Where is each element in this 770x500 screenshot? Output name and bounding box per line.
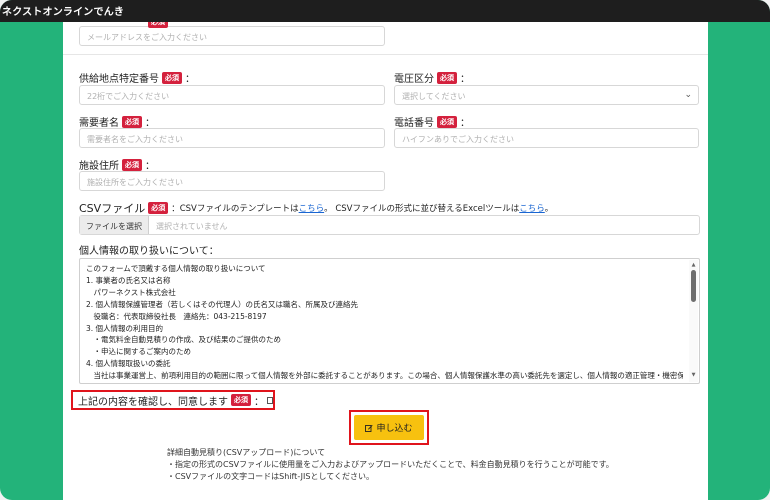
csv-desc-3: 。 [544, 204, 554, 214]
privacy-line: 3. 個人情報の利用目的 [86, 323, 164, 333]
privacy-line: ・電気料金自動見積りの作成、及び結果のご提供のため [86, 335, 281, 345]
phone-label-text: 電話番号 [394, 118, 434, 129]
voltage-label-text: 電圧区分 [394, 74, 434, 85]
csv-file-input[interactable]: ファイルを選択 選択されていません [79, 215, 700, 235]
required-badge: 必須 [148, 22, 168, 28]
required-badge: 必須 [148, 202, 169, 214]
csv-label-text: CSVファイル [79, 202, 146, 215]
label-colon: ： [145, 118, 155, 129]
no-file-text: 選択されていません [156, 222, 228, 231]
privacy-line: パワーネクスト株式会社 [86, 287, 176, 297]
required-badge: 必須 [231, 394, 251, 406]
privacy-line: 役職名：代表取締役社長 連絡先：043-215-8197 [86, 311, 267, 321]
edit-icon [365, 424, 374, 432]
submit-button[interactable]: 申し込む [354, 415, 424, 440]
privacy-line: このフォームで頂戴する個人情報の取り扱いについて [86, 264, 266, 273]
label-colon: ： [460, 74, 470, 85]
choose-file-button[interactable]: ファイルを選択 [80, 216, 149, 234]
privacy-title: 個人情報の取り扱いについて： [79, 246, 219, 257]
required-badge: 必須 [437, 71, 457, 84]
facility-address-input[interactable]: 施設住所をご入力ください [79, 171, 385, 191]
window-title: ネクストオンラインでんき [0, 0, 770, 22]
facility-address-label: 施設住所 必須 ： [79, 157, 155, 172]
privacy-line: 当社は事業運営上、前項利用目的の範囲に限って個人情報を外部に委託することがありま… [93, 371, 683, 381]
csv-desc-1: ：CSVファイルのテンプレートは [171, 204, 299, 214]
label-colon: ： [145, 161, 155, 172]
form-panel: メールアドレスをご入力ください 必須 供給地点特定番号 必須 ： 22桁でご入力… [63, 22, 708, 500]
required-badge: 必須 [122, 158, 142, 171]
privacy-line: ・申込に関するご案内のため [86, 347, 191, 357]
privacy-line: 2. 個人情報保護管理者（若しくはその代理人）の氏名又は職名、所属及び連絡先 [86, 299, 359, 309]
csv-desc-2: 。 CSVファイルの形式に並び替えるExcelツールは [324, 204, 520, 214]
required-badge: 必須 [437, 115, 457, 128]
template-link[interactable]: こちら [299, 204, 325, 214]
required-badge: 必須 [122, 115, 142, 128]
note-line: ・CSVファイルの文字コードはShift-JISとしてください。 [167, 472, 374, 481]
note-line: ・指定の形式のCSVファイルに使用量をご入力およびアップロードいただくことで、料… [167, 460, 614, 469]
privacy-text: このフォームで頂戴する個人情報の取り扱いについて 1. 事業者の氏名又は名称 パワ… [86, 263, 683, 382]
chevron-down-icon: ⌄ [684, 90, 692, 100]
phone-input[interactable]: ハイフンありでご入力ください [394, 128, 699, 148]
label-colon: ： [460, 118, 470, 129]
label-colon: ： [185, 74, 195, 85]
privacy-line: 4. 個人情報取扱いの委託 [86, 359, 171, 369]
email-input[interactable]: メールアドレスをご入力ください [79, 26, 385, 46]
privacy-scrollbar[interactable]: ▲ ▼ [689, 260, 698, 382]
customer-name-label: 需要者名 必須 ： [79, 114, 155, 129]
voltage-select[interactable]: 選択してください ⌄ [394, 85, 699, 105]
voltage-select-value: 選択してください [402, 92, 466, 101]
scroll-down-icon[interactable]: ▼ [690, 370, 697, 382]
privacy-textarea[interactable]: このフォームで頂戴する個人情報の取り扱いについて 1. 事業者の氏名又は名称 パワ… [79, 258, 700, 384]
note-line: 詳細自動見積り(CSVアップロード)について [167, 448, 326, 457]
facility-address-label-text: 施設住所 [79, 161, 119, 172]
consent-checkbox[interactable] [267, 396, 273, 404]
supply-point-label: 供給地点特定番号 必須 ： [79, 70, 195, 85]
upload-notes: 詳細自動見積り(CSVアップロード)について・指定の形式のCSVファイルに使用量… [167, 447, 614, 483]
voltage-label: 電圧区分 必須 ： [394, 70, 470, 85]
customer-name-input[interactable]: 需要者名をご入力ください [79, 128, 385, 148]
submit-highlight: 申し込む [349, 410, 429, 445]
required-badge: 必須 [162, 71, 182, 84]
supply-point-label-text: 供給地点特定番号 [79, 74, 159, 85]
csv-description: ：CSVファイルのテンプレートはこちら。 CSVファイルの形式に並び替えるExc… [171, 202, 553, 214]
consent-row: 上記の内容を確認し、同意します 必須 ： [71, 390, 275, 410]
supply-point-input[interactable]: 22桁でご入力ください [79, 85, 385, 105]
consent-colon: ： [254, 396, 264, 408]
section-divider [63, 54, 708, 55]
consent-label: 上記の内容を確認し、同意します [78, 396, 228, 408]
submit-label: 申し込む [376, 424, 413, 434]
csv-label: CSVファイル 必須 ：CSVファイルのテンプレートはこちら。 CSVファイルの… [79, 200, 553, 216]
customer-name-label-text: 需要者名 [79, 118, 119, 129]
scroll-thumb[interactable] [691, 270, 696, 302]
privacy-line: 1. 事業者の氏名又は名称 [86, 275, 171, 285]
phone-label: 電話番号 必須 ： [394, 114, 470, 129]
excel-tool-link[interactable]: こちら [519, 204, 545, 214]
app-window: ネクストオンラインでんき メールアドレスをご入力ください 必須 供給地点特定番号… [0, 0, 770, 500]
